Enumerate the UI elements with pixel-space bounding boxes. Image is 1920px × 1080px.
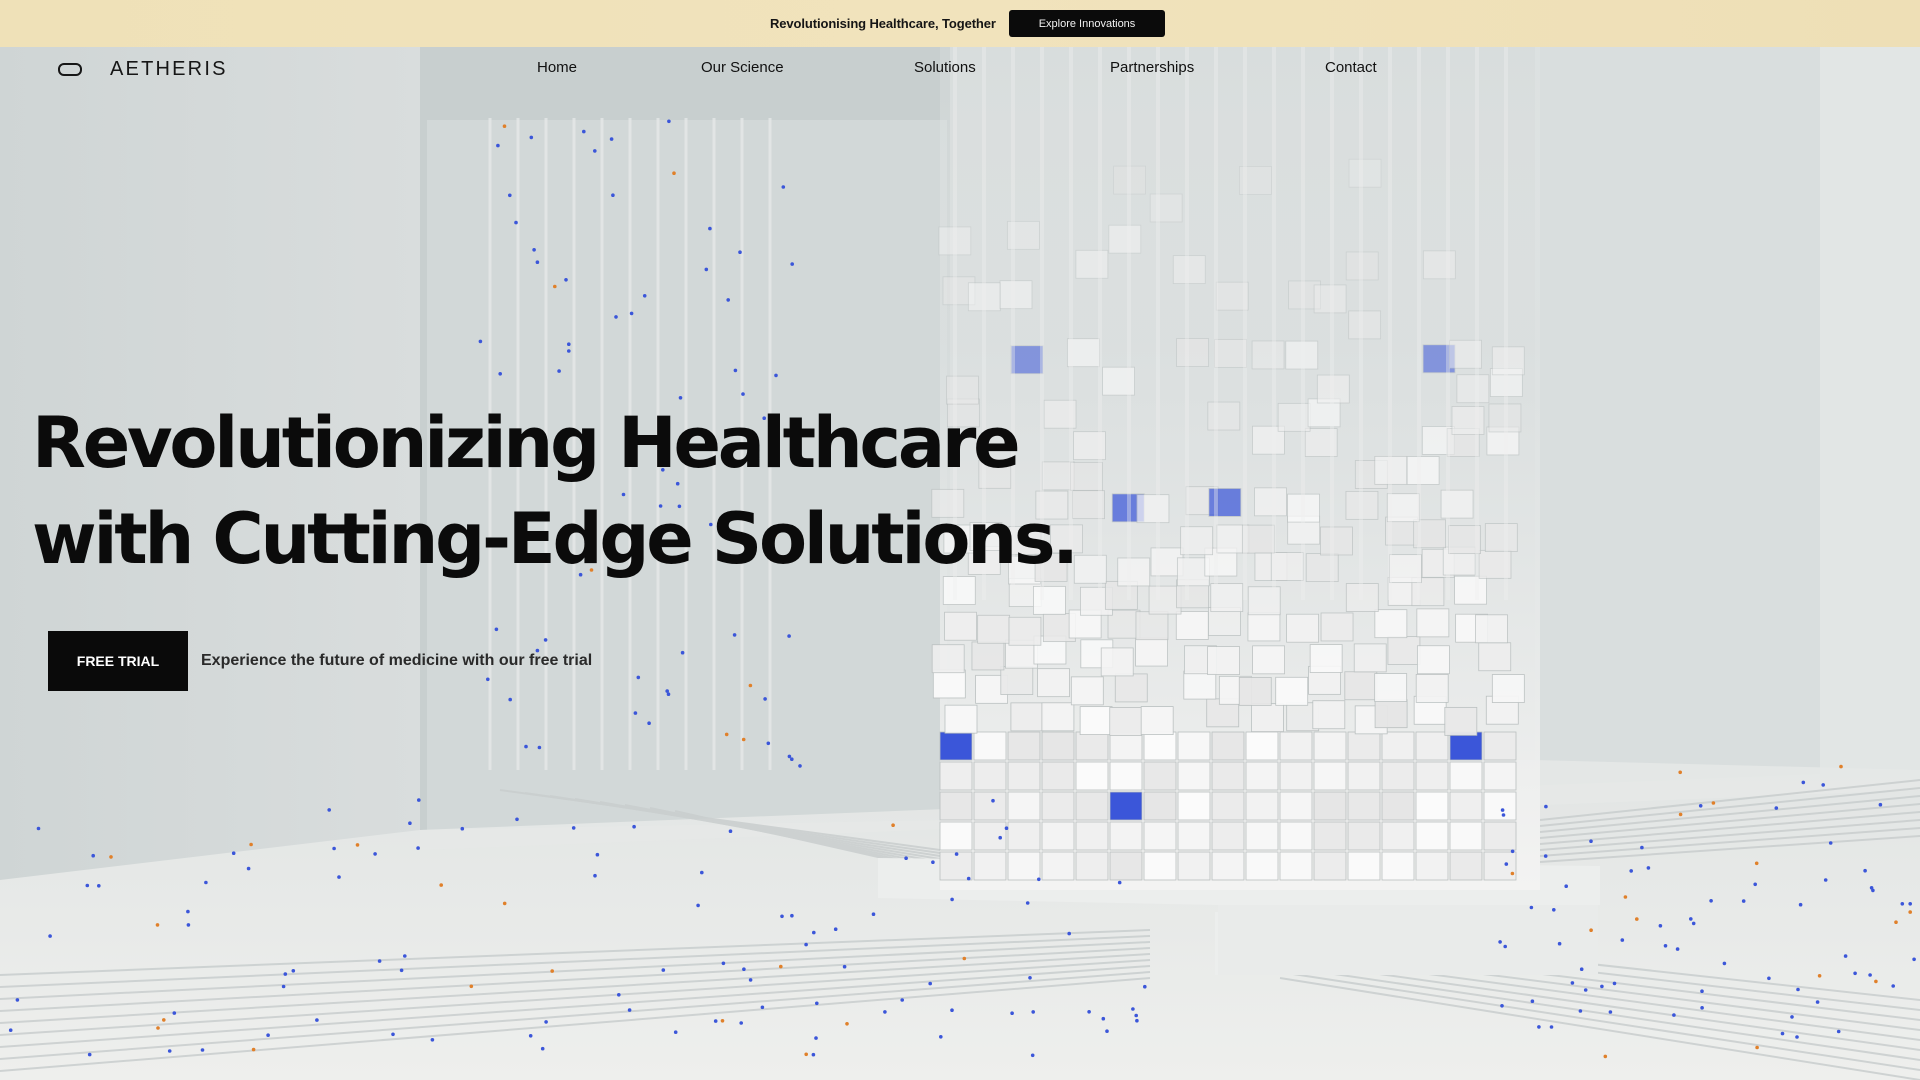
nav-solutions[interactable]: Solutions	[914, 59, 976, 76]
hero-title: Revolutionizing Healthcare with Cutting-…	[32, 395, 1079, 587]
explore-innovations-button[interactable]: Explore Innovations	[1009, 10, 1165, 37]
nav-our-science[interactable]: Our Science	[701, 59, 784, 76]
nav-contact[interactable]: Contact	[1325, 59, 1377, 76]
announcement-bar: Revolutionising Healthcare, Together Exp…	[0, 0, 1920, 47]
nav-partnerships[interactable]: Partnerships	[1110, 59, 1194, 76]
free-trial-caption: Experience the future of medicine with o…	[201, 652, 593, 669]
brand-name: AETHERIS	[110, 58, 228, 80]
brand-logo[interactable]: AETHERIS	[58, 58, 228, 81]
free-trial-button[interactable]: FREE TRIAL	[48, 631, 188, 691]
nav-home[interactable]: Home	[537, 59, 577, 76]
hero-title-line-1: Revolutionizing Healthcare	[32, 402, 1021, 484]
hero-title-line-2: with Cutting-Edge Solutions.	[32, 498, 1079, 580]
rounded-rectangle-logo-icon	[58, 63, 82, 76]
announcement-text: Revolutionising Healthcare, Together	[770, 16, 996, 31]
